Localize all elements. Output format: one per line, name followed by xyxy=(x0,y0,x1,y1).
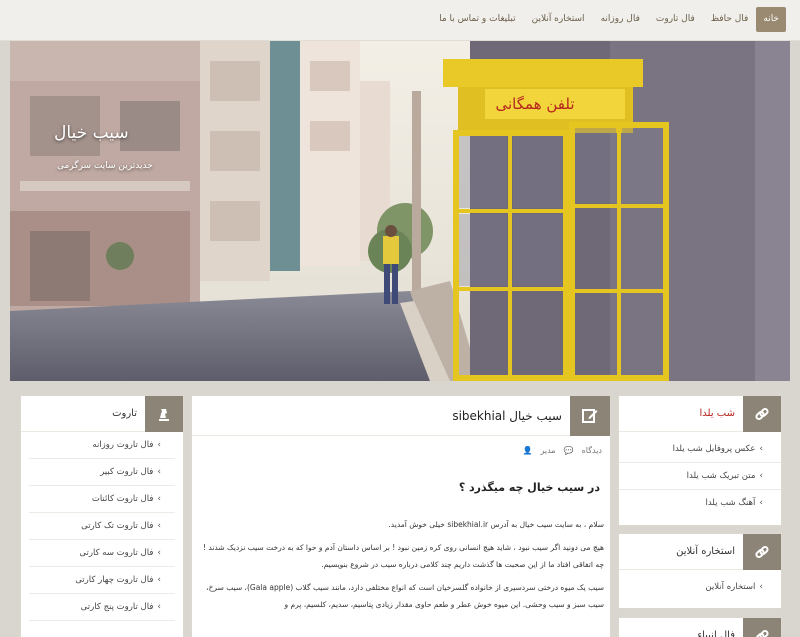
link-icon xyxy=(743,534,781,570)
post-title[interactable]: سیب خیال sibekhial xyxy=(452,396,562,436)
tarot-widget: تاروت ›فال تاروت روزانه ›فال تاروت کبیر … xyxy=(20,395,184,637)
list-item[interactable]: ›فال تاروت پنج کارتی xyxy=(29,594,175,621)
chevron-left-icon: › xyxy=(759,471,763,481)
list-item[interactable]: ›فال تاروت تک کارتی xyxy=(29,513,175,540)
post-comments[interactable]: دیدگاه xyxy=(582,446,602,455)
post-paragraph: هیچ می دونید اگر سیب نبود ، شاید هیچ انس… xyxy=(203,543,604,569)
edit-icon xyxy=(570,396,610,436)
hero-banner: تلفن همگانی سیب خیال جدیدترین سایت سرگرم… xyxy=(10,41,790,381)
post-paragraph: سیب یک میوه درختی سردسیری از خانواده گلس… xyxy=(206,583,604,609)
list-item-label: فال تاروت چهار کارتی xyxy=(75,575,154,585)
list-item-label: فال تاروت کائنات xyxy=(91,494,154,504)
post-meta: 👤 مدیر 💬 دیدگاه xyxy=(523,446,603,455)
link-icon xyxy=(743,396,781,432)
chevron-left-icon: › xyxy=(759,444,763,454)
tarot-list: ›فال تاروت روزانه ›فال تاروت کبیر ›فال ت… xyxy=(21,432,183,621)
list-item[interactable]: ›متن تبریک شب یلدا xyxy=(619,463,781,490)
list-item-label: فال تاروت روزانه xyxy=(92,440,154,450)
list-item[interactable]: ›فال تاروت کائنات xyxy=(29,486,175,513)
tarot-widget-title: تاروت xyxy=(112,408,137,419)
tarot-widget-header: تاروت xyxy=(21,396,183,432)
istikhara-widget-title: استخاره آنلاین xyxy=(676,546,735,557)
list-item-label: عکس پروفایل شب یلدا xyxy=(672,444,756,454)
booth-sign-text: تلفن همگانی xyxy=(495,95,574,113)
chevron-left-icon: › xyxy=(157,548,161,558)
chevron-left-icon: › xyxy=(157,521,161,531)
istikhara-widget: استخاره آنلاین ›استخاره آنلاین xyxy=(618,533,782,609)
post-article: سیب خیال sibekhial 👤 مدیر 💬 دیدگاه در سی… xyxy=(191,395,611,637)
post-subtitle: در سیب خیال چه میگذرد ؟ xyxy=(458,481,600,494)
list-item[interactable]: ›فال تاروت کبیر xyxy=(29,459,175,486)
author-icon: 👤 xyxy=(522,446,533,455)
yalda-widget: شب یلدا ›عکس پروفایل شب یلدا ›متن تبریک … xyxy=(618,395,782,526)
yalda-widget-title: شب یلدا xyxy=(699,408,736,419)
list-item-label: فال تاروت سه کارتی xyxy=(79,548,154,558)
link-icon xyxy=(743,618,781,637)
nav-item-daily[interactable]: فال روزانه xyxy=(593,7,648,32)
site-title[interactable]: سیب خیال xyxy=(54,123,129,143)
top-navigation: خانه فال حافظ فال تاروت فال روزانه استخا… xyxy=(0,0,800,41)
list-item[interactable]: ›فال تاروت سه کارتی xyxy=(29,540,175,567)
post-paragraph: سلام ، به سایت سیب خیال به آدرس sibekhia… xyxy=(388,520,604,529)
prophets-widget: فال انبیاء xyxy=(618,617,782,637)
chevron-left-icon: › xyxy=(759,498,763,508)
list-item-label: متن تبریک شب یلدا xyxy=(686,471,756,481)
chevron-left-icon: › xyxy=(157,440,161,450)
list-item-label: فال تاروت پنج کارتی xyxy=(80,602,154,612)
nav-item-contact[interactable]: تبلیغات و تماس با ما xyxy=(431,7,524,32)
comment-icon: 💬 xyxy=(563,446,574,455)
list-item-label: فال تاروت تک کارتی xyxy=(81,521,154,531)
list-item[interactable]: ›استخاره آنلاین xyxy=(619,574,781,601)
prophets-widget-title: فال انبیاء xyxy=(697,630,735,637)
post-author[interactable]: مدیر xyxy=(540,446,555,455)
istikhara-list: ›استخاره آنلاین xyxy=(619,570,781,601)
nav-item-istikhara[interactable]: استخاره آنلاین xyxy=(524,7,593,32)
prophets-widget-header: فال انبیاء xyxy=(619,618,781,637)
chevron-left-icon: › xyxy=(157,467,161,477)
list-item-label: آهنگ شب یلدا xyxy=(705,498,756,508)
yalda-widget-header: شب یلدا xyxy=(619,396,781,432)
chevron-left-icon: › xyxy=(759,582,763,592)
site-tagline: جدیدترین سایت سرگرمی xyxy=(57,161,153,171)
list-item[interactable]: ›فال تاروت چهار کارتی xyxy=(29,567,175,594)
nav-menu: خانه فال حافظ فال تاروت فال روزانه استخا… xyxy=(431,7,786,32)
list-item[interactable]: ›عکس پروفایل شب یلدا xyxy=(619,436,781,463)
nav-item-home[interactable]: خانه xyxy=(756,7,786,32)
list-item-label: فال تاروت کبیر xyxy=(100,467,154,477)
nav-item-tarot[interactable]: فال تاروت xyxy=(648,7,703,32)
list-item[interactable]: ›آهنگ شب یلدا xyxy=(619,490,781,517)
chevron-left-icon: › xyxy=(157,575,161,585)
istikhara-widget-header: استخاره آنلاین xyxy=(619,534,781,570)
list-item-label: استخاره آنلاین xyxy=(705,582,756,592)
yalda-list: ›عکس پروفایل شب یلدا ›متن تبریک شب یلدا … xyxy=(619,432,781,517)
list-item[interactable]: ›فال تاروت روزانه xyxy=(29,432,175,459)
chevron-left-icon: › xyxy=(157,494,161,504)
post-body: سلام ، به سایت سیب خیال به آدرس sibekhia… xyxy=(198,516,604,619)
chevron-left-icon: › xyxy=(157,602,161,612)
hero-image: تلفن همگانی xyxy=(10,41,790,381)
nav-item-hafez[interactable]: فال حافظ xyxy=(703,7,757,32)
post-header: سیب خیال sibekhial xyxy=(192,396,610,436)
chess-piece-icon xyxy=(145,396,183,432)
